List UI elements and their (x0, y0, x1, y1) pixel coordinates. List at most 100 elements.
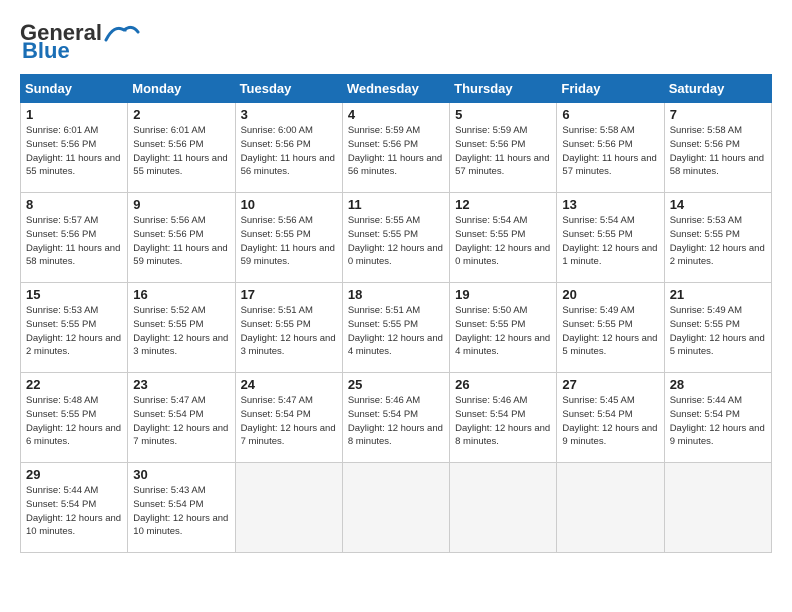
calendar-cell-20: 20 Sunrise: 5:49 AM Sunset: 5:55 PM Dayl… (557, 283, 664, 373)
calendar-cell-6: 6 Sunrise: 5:58 AM Sunset: 5:56 PM Dayli… (557, 103, 664, 193)
calendar-cell-18: 18 Sunrise: 5:51 AM Sunset: 5:55 PM Dayl… (342, 283, 449, 373)
day-number: 19 (455, 287, 551, 302)
day-number: 23 (133, 377, 229, 392)
calendar-cell-17: 17 Sunrise: 5:51 AM Sunset: 5:55 PM Dayl… (235, 283, 342, 373)
day-info: Sunrise: 5:50 AM Sunset: 5:55 PM Dayligh… (455, 304, 551, 359)
day-info: Sunrise: 5:56 AM Sunset: 5:56 PM Dayligh… (133, 214, 229, 269)
calendar-cell-25: 25 Sunrise: 5:46 AM Sunset: 5:54 PM Dayl… (342, 373, 449, 463)
day-info: Sunrise: 5:59 AM Sunset: 5:56 PM Dayligh… (348, 124, 444, 179)
day-info: Sunrise: 5:51 AM Sunset: 5:55 PM Dayligh… (241, 304, 337, 359)
calendar-cell-12: 12 Sunrise: 5:54 AM Sunset: 5:55 PM Dayl… (450, 193, 557, 283)
weekday-header-wednesday: Wednesday (342, 75, 449, 103)
day-info: Sunrise: 5:57 AM Sunset: 5:56 PM Dayligh… (26, 214, 122, 269)
calendar-cell-5: 5 Sunrise: 5:59 AM Sunset: 5:56 PM Dayli… (450, 103, 557, 193)
day-info: Sunrise: 5:43 AM Sunset: 5:54 PM Dayligh… (133, 484, 229, 539)
day-number: 3 (241, 107, 337, 122)
empty-cell (450, 463, 557, 553)
day-number: 17 (241, 287, 337, 302)
weekday-header-monday: Monday (128, 75, 235, 103)
day-info: Sunrise: 5:55 AM Sunset: 5:55 PM Dayligh… (348, 214, 444, 269)
calendar-cell-13: 13 Sunrise: 5:54 AM Sunset: 5:55 PM Dayl… (557, 193, 664, 283)
day-number: 2 (133, 107, 229, 122)
day-number: 20 (562, 287, 658, 302)
calendar-cell-4: 4 Sunrise: 5:59 AM Sunset: 5:56 PM Dayli… (342, 103, 449, 193)
day-info: Sunrise: 5:58 AM Sunset: 5:56 PM Dayligh… (670, 124, 766, 179)
calendar-cell-7: 7 Sunrise: 5:58 AM Sunset: 5:56 PM Dayli… (664, 103, 771, 193)
weekday-header-friday: Friday (557, 75, 664, 103)
calendar-cell-29: 29 Sunrise: 5:44 AM Sunset: 5:54 PM Dayl… (21, 463, 128, 553)
calendar-cell-23: 23 Sunrise: 5:47 AM Sunset: 5:54 PM Dayl… (128, 373, 235, 463)
logo-bird-icon (104, 22, 140, 44)
day-info: Sunrise: 5:56 AM Sunset: 5:55 PM Dayligh… (241, 214, 337, 269)
day-info: Sunrise: 5:49 AM Sunset: 5:55 PM Dayligh… (562, 304, 658, 359)
day-number: 21 (670, 287, 766, 302)
day-number: 24 (241, 377, 337, 392)
day-number: 18 (348, 287, 444, 302)
day-info: Sunrise: 5:59 AM Sunset: 5:56 PM Dayligh… (455, 124, 551, 179)
day-info: Sunrise: 5:46 AM Sunset: 5:54 PM Dayligh… (348, 394, 444, 449)
day-number: 9 (133, 197, 229, 212)
calendar-cell-26: 26 Sunrise: 5:46 AM Sunset: 5:54 PM Dayl… (450, 373, 557, 463)
day-info: Sunrise: 5:49 AM Sunset: 5:55 PM Dayligh… (670, 304, 766, 359)
day-number: 27 (562, 377, 658, 392)
weekday-header-tuesday: Tuesday (235, 75, 342, 103)
day-number: 7 (670, 107, 766, 122)
calendar-cell-1: 1 Sunrise: 6:01 AM Sunset: 5:56 PM Dayli… (21, 103, 128, 193)
day-number: 26 (455, 377, 551, 392)
calendar-cell-10: 10 Sunrise: 5:56 AM Sunset: 5:55 PM Dayl… (235, 193, 342, 283)
day-info: Sunrise: 5:53 AM Sunset: 5:55 PM Dayligh… (26, 304, 122, 359)
calendar-table: SundayMondayTuesdayWednesdayThursdayFrid… (20, 74, 772, 553)
day-number: 13 (562, 197, 658, 212)
day-number: 29 (26, 467, 122, 482)
day-info: Sunrise: 5:54 AM Sunset: 5:55 PM Dayligh… (455, 214, 551, 269)
day-number: 6 (562, 107, 658, 122)
calendar-cell-27: 27 Sunrise: 5:45 AM Sunset: 5:54 PM Dayl… (557, 373, 664, 463)
day-info: Sunrise: 5:45 AM Sunset: 5:54 PM Dayligh… (562, 394, 658, 449)
logo: General Blue (20, 20, 140, 64)
empty-cell (664, 463, 771, 553)
calendar-cell-15: 15 Sunrise: 5:53 AM Sunset: 5:55 PM Dayl… (21, 283, 128, 373)
calendar-cell-14: 14 Sunrise: 5:53 AM Sunset: 5:55 PM Dayl… (664, 193, 771, 283)
day-number: 30 (133, 467, 229, 482)
day-number: 1 (26, 107, 122, 122)
calendar-cell-28: 28 Sunrise: 5:44 AM Sunset: 5:54 PM Dayl… (664, 373, 771, 463)
calendar-cell-11: 11 Sunrise: 5:55 AM Sunset: 5:55 PM Dayl… (342, 193, 449, 283)
day-number: 28 (670, 377, 766, 392)
calendar-cell-16: 16 Sunrise: 5:52 AM Sunset: 5:55 PM Dayl… (128, 283, 235, 373)
day-info: Sunrise: 5:52 AM Sunset: 5:55 PM Dayligh… (133, 304, 229, 359)
day-info: Sunrise: 5:48 AM Sunset: 5:55 PM Dayligh… (26, 394, 122, 449)
day-info: Sunrise: 6:00 AM Sunset: 5:56 PM Dayligh… (241, 124, 337, 179)
day-number: 12 (455, 197, 551, 212)
day-info: Sunrise: 5:58 AM Sunset: 5:56 PM Dayligh… (562, 124, 658, 179)
day-info: Sunrise: 5:53 AM Sunset: 5:55 PM Dayligh… (670, 214, 766, 269)
day-number: 15 (26, 287, 122, 302)
calendar-cell-24: 24 Sunrise: 5:47 AM Sunset: 5:54 PM Dayl… (235, 373, 342, 463)
day-number: 10 (241, 197, 337, 212)
day-info: Sunrise: 6:01 AM Sunset: 5:56 PM Dayligh… (133, 124, 229, 179)
day-info: Sunrise: 5:46 AM Sunset: 5:54 PM Dayligh… (455, 394, 551, 449)
calendar-cell-8: 8 Sunrise: 5:57 AM Sunset: 5:56 PM Dayli… (21, 193, 128, 283)
weekday-header-saturday: Saturday (664, 75, 771, 103)
day-number: 16 (133, 287, 229, 302)
calendar-cell-22: 22 Sunrise: 5:48 AM Sunset: 5:55 PM Dayl… (21, 373, 128, 463)
day-info: Sunrise: 5:47 AM Sunset: 5:54 PM Dayligh… (241, 394, 337, 449)
day-number: 25 (348, 377, 444, 392)
page-header: General Blue (20, 20, 772, 64)
day-number: 11 (348, 197, 444, 212)
day-info: Sunrise: 5:51 AM Sunset: 5:55 PM Dayligh… (348, 304, 444, 359)
calendar-cell-9: 9 Sunrise: 5:56 AM Sunset: 5:56 PM Dayli… (128, 193, 235, 283)
logo-blue: Blue (22, 38, 70, 64)
empty-cell (342, 463, 449, 553)
empty-cell (557, 463, 664, 553)
day-number: 14 (670, 197, 766, 212)
calendar-cell-3: 3 Sunrise: 6:00 AM Sunset: 5:56 PM Dayli… (235, 103, 342, 193)
weekday-header-thursday: Thursday (450, 75, 557, 103)
calendar-cell-2: 2 Sunrise: 6:01 AM Sunset: 5:56 PM Dayli… (128, 103, 235, 193)
day-info: Sunrise: 5:47 AM Sunset: 5:54 PM Dayligh… (133, 394, 229, 449)
day-number: 22 (26, 377, 122, 392)
day-info: Sunrise: 5:44 AM Sunset: 5:54 PM Dayligh… (26, 484, 122, 539)
calendar-cell-21: 21 Sunrise: 5:49 AM Sunset: 5:55 PM Dayl… (664, 283, 771, 373)
empty-cell (235, 463, 342, 553)
day-number: 5 (455, 107, 551, 122)
day-number: 8 (26, 197, 122, 212)
